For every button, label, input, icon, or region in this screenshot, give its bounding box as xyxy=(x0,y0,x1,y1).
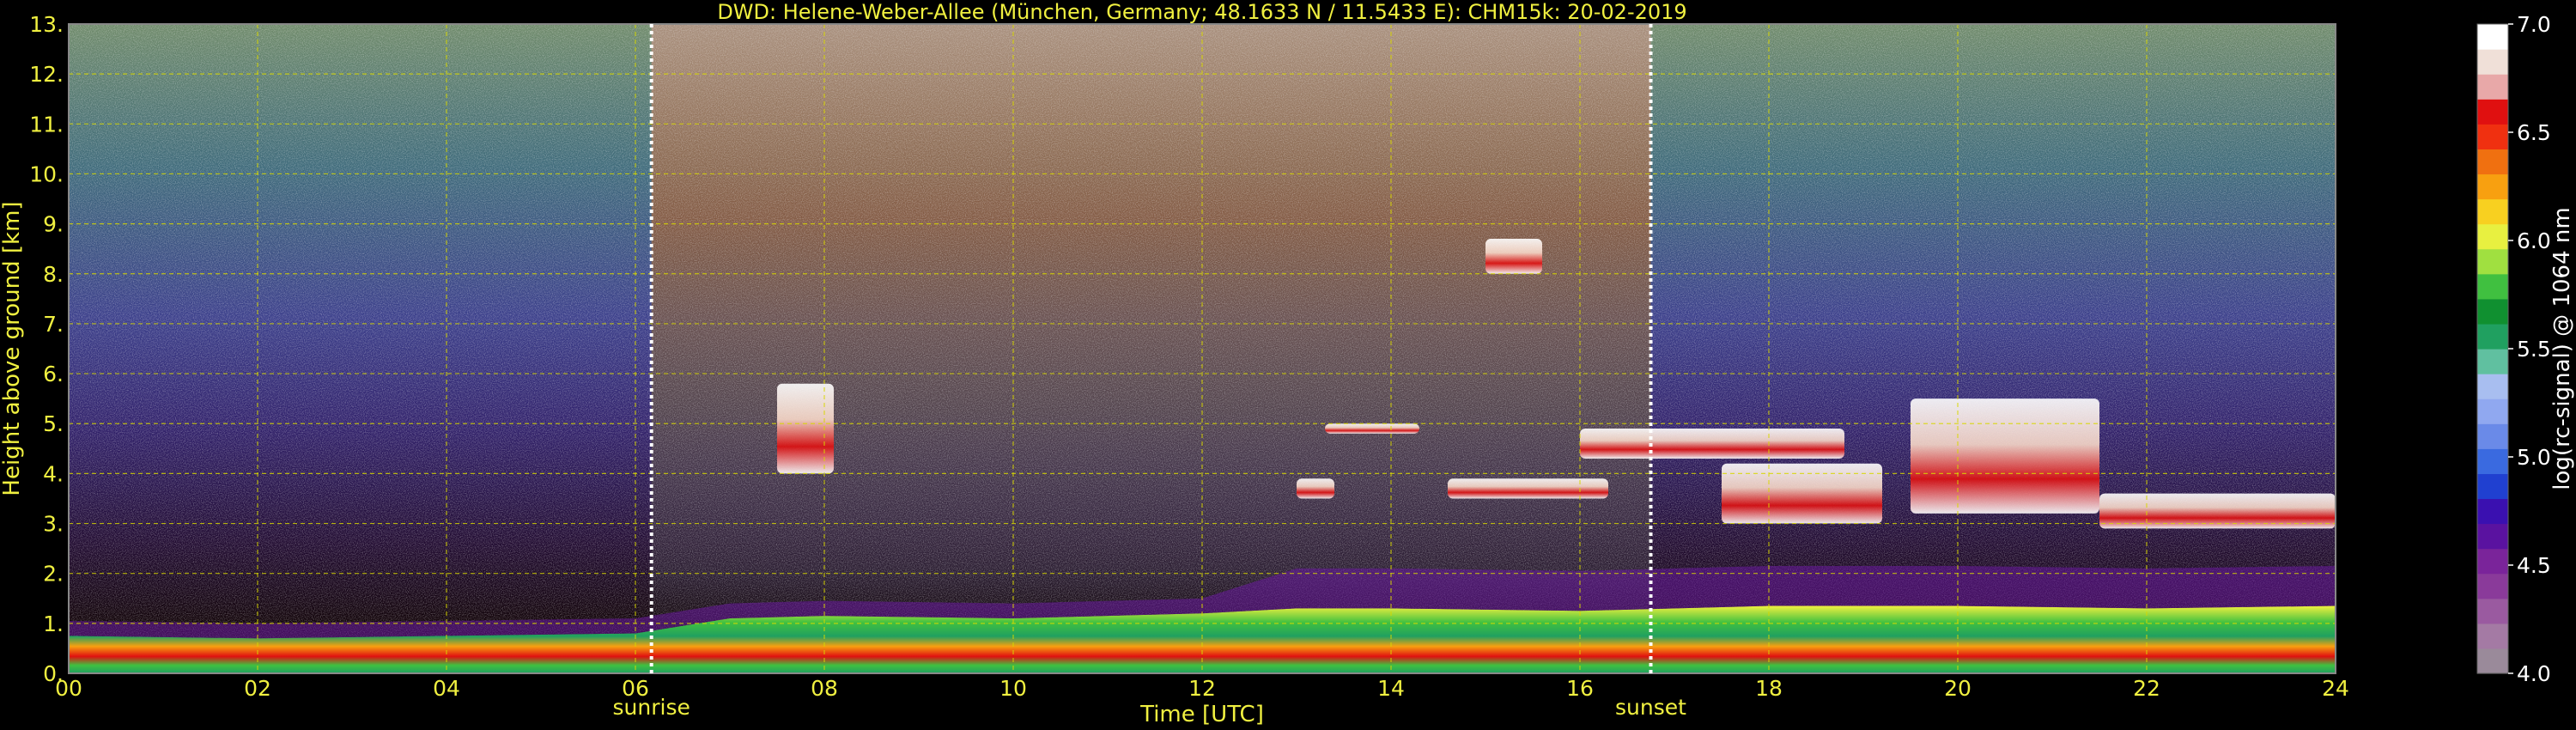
colorbar-segment xyxy=(2477,548,2508,575)
colorbar-segment xyxy=(2477,24,2508,50)
y-tick-label: 1. xyxy=(43,611,64,636)
x-tick-label: 24 xyxy=(2322,676,2349,701)
colorbar-segment xyxy=(2477,149,2508,175)
colorbar-segment xyxy=(2477,448,2508,474)
sunrise-label: sunrise xyxy=(613,695,690,720)
y-tick-label: 12. xyxy=(29,62,64,87)
sunset-label: sunset xyxy=(1615,695,1686,720)
cloud-layer-7 xyxy=(1722,463,1882,524)
colorbar-tick-label: 4.5 xyxy=(2517,553,2551,578)
y-tick-label: 11. xyxy=(29,112,64,137)
colorbar-segment xyxy=(2477,573,2508,599)
cloud-layer-4 xyxy=(1448,478,1608,499)
y-tick-label: 13. xyxy=(29,12,64,37)
colorbar: 4.0 4.5 5.0 5.5 6.0 6.5 7.0 xyxy=(2476,12,2551,686)
y-tick-label: 6. xyxy=(43,362,64,386)
y-tick-label: 7. xyxy=(43,312,64,337)
colorbar-segment xyxy=(2477,498,2508,525)
chart-title: DWD: Helene-Weber-Allee (München, German… xyxy=(717,0,1686,24)
colorbar-segment xyxy=(2477,198,2508,225)
colorbar-segment xyxy=(2477,374,2508,399)
colorbar-segment xyxy=(2477,124,2508,149)
y-axis-label: Height above ground [km] xyxy=(0,201,25,496)
x-tick-label: 22 xyxy=(2133,676,2160,701)
x-axis: 00 02 04 06 08 10 12 14 16 18 20 22 24 xyxy=(55,676,2349,701)
ceilometer-chart: 0.1.2.3.4.5.6.7.8.9.10.11.12.13. 00 02 04 0… xyxy=(0,0,2575,727)
colorbar-segment xyxy=(2477,99,2508,125)
y-tick-label: 8. xyxy=(43,262,64,287)
x-tick-label: 20 xyxy=(1944,676,1971,701)
colorbar-segment xyxy=(2477,398,2508,424)
colorbar-label: log(rc-signal) @ 1064 nm xyxy=(2549,207,2575,490)
y-tick-label: 2. xyxy=(43,562,64,587)
x-tick-label: 04 xyxy=(433,676,460,701)
colorbar-tick-label: 6.0 xyxy=(2517,228,2551,253)
x-tick-label: 08 xyxy=(811,676,838,701)
colorbar-segment xyxy=(2477,74,2508,100)
x-tick-label: 00 xyxy=(55,676,82,701)
colorbar-segment xyxy=(2477,523,2508,550)
x-tick-label: 10 xyxy=(999,676,1027,701)
cloud-layer-8 xyxy=(1911,398,2099,514)
x-tick-label: 18 xyxy=(1755,676,1783,701)
colorbar-segment xyxy=(2477,648,2508,674)
colorbar-tick-label: 5.5 xyxy=(2517,337,2551,362)
x-axis-label: Time [UTC] xyxy=(1139,702,1264,727)
y-tick-label: 4. xyxy=(43,461,64,486)
colorbar-segment xyxy=(2477,273,2508,300)
cloud-layer-3 xyxy=(1325,423,1419,434)
cloud-layer-1 xyxy=(777,383,834,474)
colorbar-segment xyxy=(2477,473,2508,500)
colorbar-segment xyxy=(2477,173,2508,200)
colorbar-segment xyxy=(2477,423,2508,449)
colorbar-segment xyxy=(2477,598,2508,624)
colorbar-segment xyxy=(2477,223,2508,250)
colorbar-segment xyxy=(2477,323,2508,350)
x-tick-label: 02 xyxy=(244,676,271,701)
y-tick-label: 3. xyxy=(43,512,64,537)
colorbar-segment xyxy=(2477,298,2508,325)
y-tick-label: 9. xyxy=(43,212,64,237)
x-tick-label: 12 xyxy=(1188,676,1216,701)
cloud-layer-2 xyxy=(1297,478,1334,499)
colorbar-segment xyxy=(2477,49,2508,75)
colorbar-segment xyxy=(2477,248,2508,275)
y-axis: 0.1.2.3.4.5.6.7.8.9.10.11.12.13. xyxy=(29,12,64,686)
x-tick-label: 14 xyxy=(1377,676,1405,701)
colorbar-tick-label: 4.0 xyxy=(2517,661,2551,686)
colorbar-tick-label: 7.0 xyxy=(2517,12,2551,37)
y-tick-label: 10. xyxy=(29,161,64,186)
colorbar-tick-label: 6.5 xyxy=(2517,120,2551,145)
colorbar-tick-label: 5.0 xyxy=(2517,445,2551,470)
cloud-layer-6 xyxy=(1580,429,1844,459)
x-tick-label: 16 xyxy=(1566,676,1594,701)
colorbar-segment xyxy=(2477,349,2508,374)
y-tick-label: 5. xyxy=(43,411,64,436)
colorbar-segment xyxy=(2477,623,2508,649)
cloud-layer-5 xyxy=(1485,239,1542,274)
